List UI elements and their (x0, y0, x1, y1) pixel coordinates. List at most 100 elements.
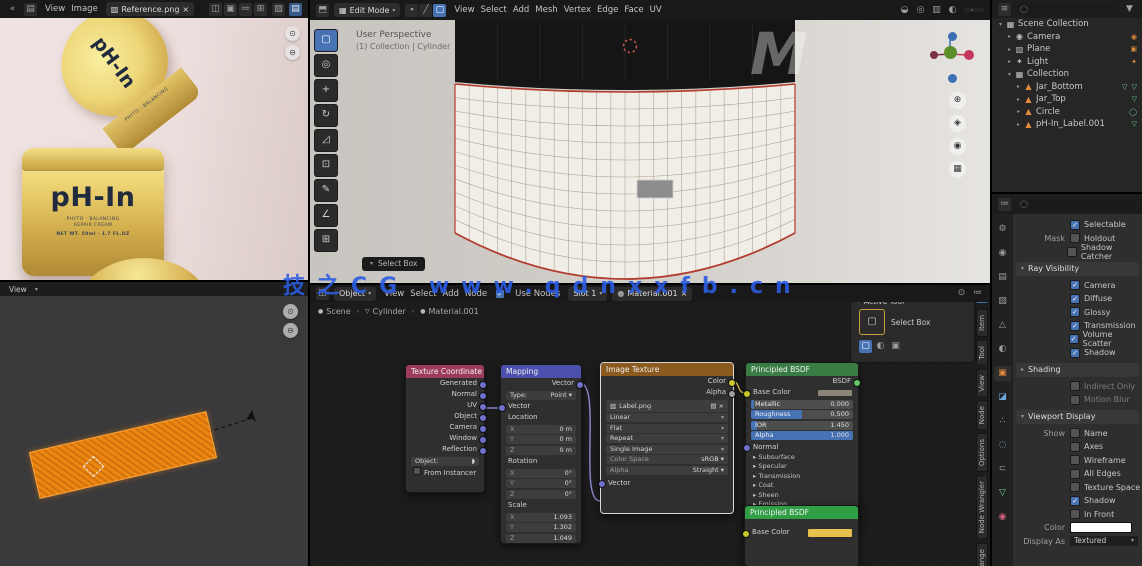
camera-view-button[interactable]: ◉ (949, 138, 966, 155)
header-button-icon[interactable]: ≔ (239, 2, 252, 16)
tab-physics[interactable]: ◌ (994, 438, 1011, 453)
node-socket[interactable] (479, 424, 487, 433)
node-socket[interactable] (498, 403, 506, 412)
uv-view-menu[interactable]: View (6, 285, 30, 294)
tool-add-cube[interactable]: ⊞ (314, 229, 338, 252)
tool-scale[interactable]: ◿ (314, 129, 338, 152)
select-mode-icon[interactable]: ▢ (433, 3, 447, 17)
menu-uv[interactable]: UV (647, 5, 665, 15)
checkbox[interactable] (1070, 394, 1080, 405)
image-overlay-button[interactable]: ⊙ (285, 26, 300, 41)
node-socket[interactable] (479, 413, 487, 422)
uv-canvas[interactable]: ⊙ ⊖ (0, 296, 308, 566)
tab-render[interactable]: ◉ (994, 246, 1011, 261)
sidebar-mode-icon[interactable]: ▢ (859, 340, 872, 353)
outliner-item-label[interactable]: Circle (1036, 107, 1129, 117)
end-button-icon[interactable]: ▨ (272, 2, 285, 16)
value-slider[interactable]: Z 0° (506, 489, 576, 499)
node-dropdown-pair[interactable]: Alpha Straight ▾ (606, 465, 728, 475)
outliner-row[interactable]: ▸ ▲ Jar_Bottom ▽ ▽ (992, 81, 1142, 94)
node-image-texture[interactable]: Image Texture Color Alpha ▧ Label.png ▤ × Linea… (598, 362, 736, 514)
checkbox[interactable]: ✓ (1070, 495, 1080, 506)
checkbox[interactable]: ✓ (1070, 347, 1080, 358)
from-instancer-row[interactable]: From Instancer (406, 467, 484, 478)
node-principled-bsdf[interactable]: Principled BSDF BSDF Base Color 0.000 Metall… (743, 362, 861, 526)
properties-search-input[interactable]: ◯ (1016, 198, 1136, 210)
node-header[interactable]: Principled BSDF (745, 506, 858, 519)
vtab-options[interactable]: Options (976, 433, 988, 473)
shading-ball-0[interactable] (967, 9, 969, 11)
input-slider[interactable]: 0.000 Metallic (751, 399, 853, 409)
outliner-row[interactable]: ▸ ◉ Camera ◉ (992, 31, 1142, 44)
shading-ball-2[interactable] (975, 9, 977, 11)
gizmo-axis-dot[interactable] (948, 32, 957, 41)
tab-world[interactable]: ◐ (994, 342, 1011, 357)
move-view-button[interactable]: ◈ (949, 115, 966, 132)
node-socket[interactable] (479, 380, 487, 389)
node-dropdown[interactable]: Linear ▾ (606, 413, 728, 422)
value-slider[interactable]: X 0° (506, 468, 576, 478)
menu-select[interactable]: Select (478, 5, 510, 15)
gizmo-axis-dot[interactable] (930, 51, 938, 59)
color-swatch[interactable] (808, 528, 852, 537)
tab-constraints[interactable]: ⊂ (994, 462, 1011, 477)
value-slider[interactable]: Y 0° (506, 479, 576, 488)
gizmo-axis-dot[interactable] (944, 46, 957, 59)
node-socket[interactable] (728, 378, 736, 387)
vtab-view[interactable]: View (976, 368, 988, 398)
expander-icon[interactable]: ▸ (1014, 96, 1023, 103)
back-icon[interactable]: « (6, 3, 19, 16)
section-header[interactable]: ▸ Shading (1016, 362, 1139, 377)
shading-ball-1[interactable] (971, 9, 973, 11)
input-slider[interactable]: 0.500 Roughness (751, 410, 853, 419)
input-slider[interactable]: 1.000 Alpha (751, 431, 853, 440)
tab-tool[interactable]: ⚙ (994, 222, 1011, 237)
shading-ball-3[interactable] (979, 9, 981, 11)
node-header[interactable]: Image Texture (601, 363, 733, 376)
menu-view[interactable]: View (42, 4, 68, 14)
node-socket[interactable] (479, 391, 487, 400)
outliner-item-label[interactable]: pH-In_Label.001 (1036, 119, 1132, 129)
area-divider[interactable] (990, 192, 1142, 194)
image-selector[interactable]: ▧ Label.png ▤ × (606, 399, 728, 412)
node-dropdown-pair[interactable]: Color Space sRGB ▾ (606, 455, 728, 464)
outliner-row[interactable]: ▸ ▲ pH-In_Label.001 ▽ (992, 118, 1142, 131)
overlay-toggle-icon[interactable]: ▥ (930, 4, 943, 17)
outliner-item-label[interactable]: Jar_Top (1036, 94, 1132, 104)
mode-dropdown[interactable]: ▦ Edit Mode ▾ (334, 3, 401, 17)
tool-measure[interactable]: ∠ (314, 204, 338, 227)
gizmo-axis-dot[interactable] (964, 50, 974, 60)
active-tool-button[interactable]: ▢ (859, 309, 885, 335)
tab-view-layer[interactable]: ▧ (994, 294, 1011, 309)
outliner-row[interactable]: ▸ ▲ Circle ◯ (992, 106, 1142, 119)
tool-rotate[interactable]: ↻ (314, 104, 338, 127)
vtab-tool[interactable]: Tool (976, 339, 988, 366)
sidebar-mode-icon[interactable]: ◐ (874, 340, 887, 353)
vtab-node[interactable]: Node (976, 400, 988, 431)
node-header[interactable]: Texture Coordinate (406, 365, 484, 378)
outliner-item-label[interactable]: Jar_Bottom (1036, 82, 1122, 92)
collapsed-panel[interactable]: ▸ Coat (746, 481, 858, 491)
node-socket[interactable] (576, 380, 584, 389)
overlay-toggle-icon[interactable]: ◐ (946, 4, 959, 17)
outliner-item-label[interactable]: Light (1027, 57, 1131, 67)
node-socket[interactable] (743, 444, 751, 452)
tool-annotate[interactable]: ✎ (314, 179, 338, 202)
image-overlay-button[interactable]: ⊖ (285, 45, 300, 60)
header-button-icon[interactable]: ▣ (224, 2, 237, 16)
eyedropper-icon[interactable]: ◗ (472, 457, 475, 466)
select-mode-icon[interactable]: ∙ (405, 3, 419, 17)
checkbox[interactable]: ✓ (1070, 280, 1080, 291)
tab-output[interactable]: ▤ (994, 270, 1011, 285)
expander-icon[interactable]: ▸ (1014, 83, 1023, 90)
node-socket[interactable] (728, 389, 736, 398)
editor-type-icon[interactable]: ≔ (998, 197, 1011, 211)
menu-face[interactable]: Face (621, 5, 646, 15)
tool-move[interactable]: + (314, 79, 338, 102)
end-button-icon[interactable]: ▤ (289, 2, 302, 16)
expander-icon[interactable]: ▾ (1005, 71, 1014, 78)
tab-object-data[interactable]: ▽ (994, 486, 1011, 501)
node-socket[interactable] (479, 446, 487, 455)
checkbox[interactable] (1070, 441, 1080, 452)
checkbox[interactable] (1070, 233, 1080, 244)
